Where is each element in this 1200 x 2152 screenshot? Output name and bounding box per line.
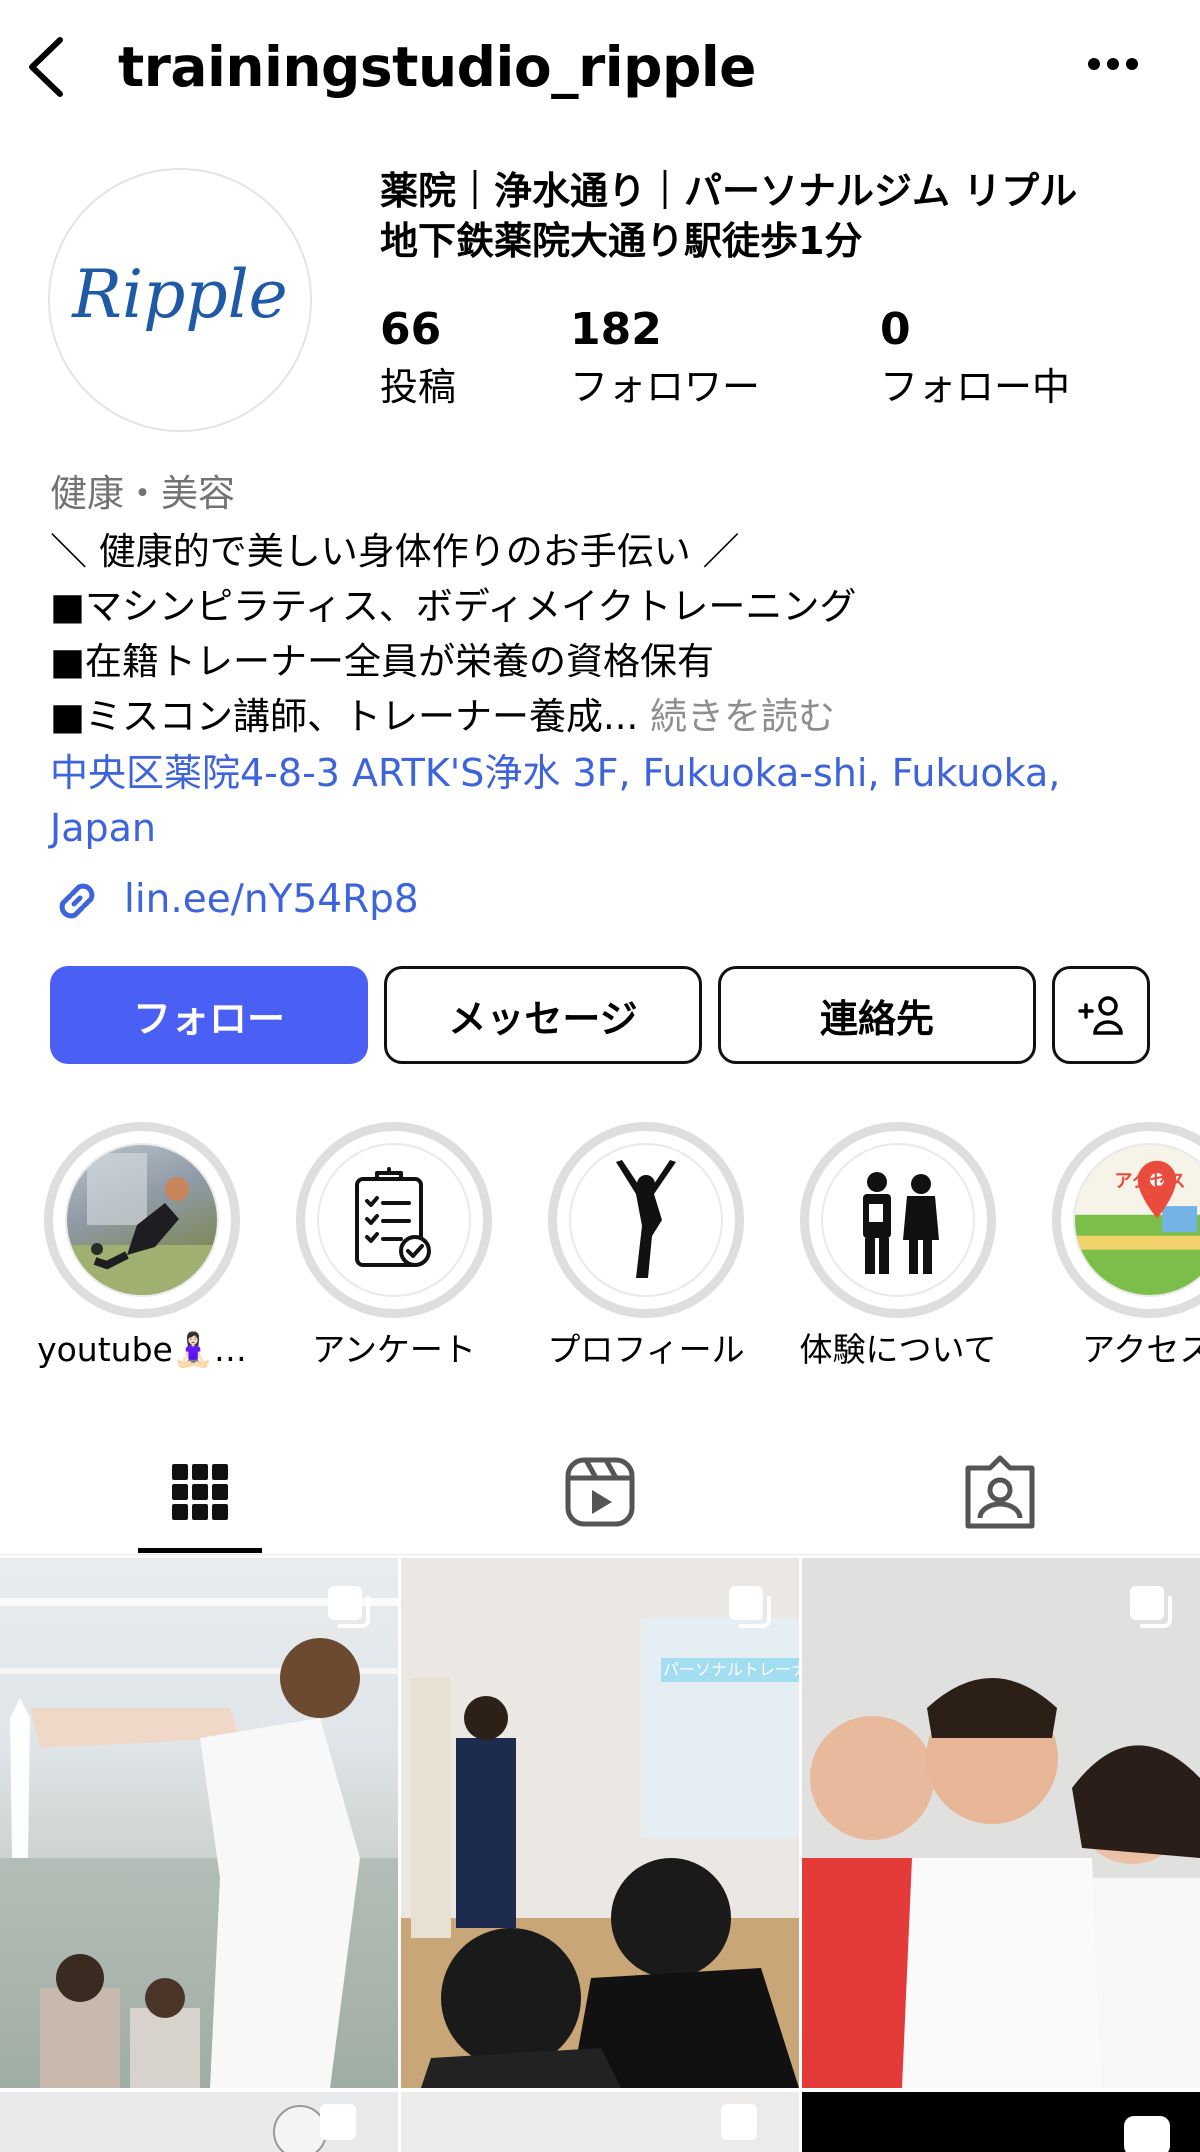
- bio-line: ■在籍トレーナー全員が栄養の資格保有: [50, 640, 714, 683]
- highlight-label: アクセス: [1082, 1330, 1200, 1369]
- highlight-cover: [317, 1143, 471, 1297]
- bio-line-text: ■ミスコン講師、トレーナー養成...: [50, 695, 639, 738]
- highlight-cover: アクセス: [1073, 1143, 1200, 1297]
- highlight-youtube[interactable]: [44, 1122, 240, 1318]
- post-image: [721, 2104, 757, 2140]
- tab-divider: [0, 1554, 1200, 1555]
- post-slide-title: パーソナルトレーナ: [663, 1660, 799, 1679]
- highlight-label: アンケート: [312, 1330, 476, 1369]
- posts-count[interactable]: 66: [380, 302, 441, 358]
- post-tile[interactable]: パーソナルトレーナ: [401, 1558, 799, 2088]
- multiple-posts-icon: [328, 1586, 370, 1628]
- message-button[interactable]: メッセージ: [384, 966, 702, 1064]
- person-pose-icon: [616, 1160, 676, 1278]
- grid-icon[interactable]: [160, 1452, 240, 1532]
- post-tile[interactable]: [0, 1558, 398, 2088]
- followers-label[interactable]: フォロワー: [570, 362, 760, 412]
- highlight-survey[interactable]: [296, 1122, 492, 1318]
- post-image: [802, 1558, 1200, 2088]
- reel-icon: [1124, 2116, 1170, 2152]
- two-people-icon: [863, 1172, 939, 1274]
- post-tile[interactable]: [401, 2092, 799, 2152]
- read-more-link[interactable]: 続きを読む: [638, 695, 835, 738]
- following-count[interactable]: 0: [880, 302, 911, 358]
- profile-category: 健康・美容: [50, 472, 235, 515]
- display-name-line2: 地下鉄薬院大通り駅徒歩1分: [380, 219, 863, 263]
- bio-line: ■マシンピラティス、ボディメイクトレーニング: [50, 585, 857, 628]
- more-options-icon[interactable]: [1086, 56, 1140, 72]
- followers-count[interactable]: 182: [570, 302, 662, 358]
- highlight-cover: [569, 1143, 723, 1297]
- highlight-cover: [65, 1143, 219, 1297]
- link-chain-icon: [59, 883, 95, 919]
- highlight-label: プロフィール: [547, 1330, 745, 1369]
- bio-line: ＼ 健康的で美しい身体作りのお手伝い ／: [50, 530, 740, 573]
- bio-line-last: ■ミスコン講師、トレーナー養成... 続きを読む: [50, 689, 835, 744]
- suggested-users-button[interactable]: [1052, 966, 1150, 1064]
- multiple-posts-icon: [729, 1586, 771, 1628]
- active-tab-indicator: [138, 1548, 262, 1553]
- tagged-person-icon[interactable]: [960, 1452, 1040, 1532]
- clipboard-checklist-icon: [355, 1167, 431, 1267]
- post-image: [401, 1558, 799, 2088]
- highlight-label: 体験について: [799, 1330, 997, 1369]
- back-arrow-icon[interactable]: [22, 34, 72, 100]
- highlight-access[interactable]: アクセス: [1052, 1122, 1200, 1318]
- yoga-photo: [67, 1153, 217, 1295]
- following-label[interactable]: フォロー中: [880, 362, 1070, 412]
- avatar-logo-text: Ripple: [72, 256, 288, 333]
- contact-button[interactable]: 連絡先: [718, 966, 1036, 1064]
- post-image: [0, 1598, 398, 2088]
- multiple-posts-icon: [1130, 1586, 1172, 1628]
- location-link[interactable]: 中央区薬院4-8-3 ARTK'S浄水 3F, Fukuoka-shi, Fuk…: [50, 746, 1100, 856]
- highlight-profile[interactable]: [548, 1122, 744, 1318]
- post-tile[interactable]: [802, 1558, 1200, 2088]
- post-image: [273, 2104, 356, 2152]
- display-name-line1: 薬院｜浄水通り｜パーソナルジム リプル: [380, 169, 1078, 213]
- external-link[interactable]: lin.ee/nY54Rp8: [124, 870, 419, 930]
- highlight-cover: [821, 1143, 975, 1297]
- highlight-label: youtube🧘🏻‍♀️…: [37, 1330, 247, 1369]
- follow-button[interactable]: フォロー: [50, 966, 368, 1064]
- highlight-badge: アクセス: [1114, 1171, 1186, 1192]
- profile-avatar[interactable]: Ripple: [48, 168, 312, 432]
- highlight-trial[interactable]: [800, 1122, 996, 1318]
- reels-icon[interactable]: [560, 1452, 640, 1532]
- add-person-icon: [1078, 996, 1123, 1035]
- profile-username: trainingstudio_ripple: [118, 35, 756, 99]
- post-tile[interactable]: [802, 2092, 1200, 2152]
- post-tile[interactable]: [0, 2092, 398, 2152]
- posts-label[interactable]: 投稿: [380, 362, 456, 412]
- profile-display-name: 薬院｜浄水通り｜パーソナルジム リプル 地下鉄薬院大通り駅徒歩1分: [380, 166, 1180, 266]
